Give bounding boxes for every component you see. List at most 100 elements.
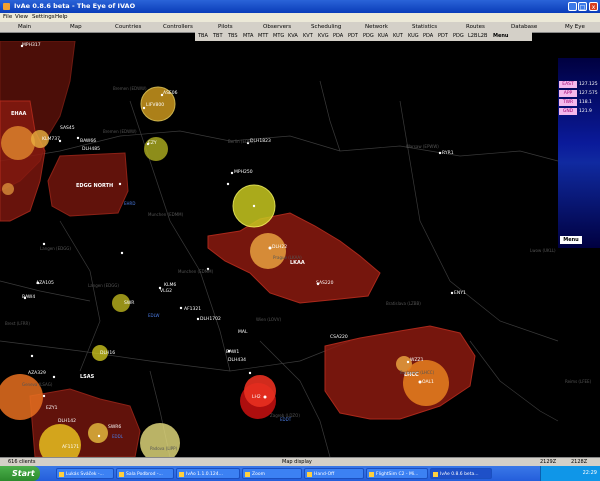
aircraft-callsign[interactable]: AZA329 [28,371,46,376]
tab-pilots[interactable]: Pilots [218,24,233,30]
airport-label[interactable]: EDDL [112,434,123,439]
taskbar-item[interactable]: Hand-Off [304,468,364,479]
aircraft-callsign[interactable]: DLH434 [228,358,246,363]
aircraft-callsign[interactable]: DLH142 [58,419,76,424]
controller-row[interactable]: EAST 127.125 [558,81,600,89]
aircraft-callsign[interactable]: BAW4 [22,295,35,300]
taskbar-item[interactable]: Sala Podbrod -... [116,468,174,479]
aircraft-callsign[interactable]: BAW66 [80,139,96,144]
subtab[interactable]: PDA [333,33,343,39]
subtab[interactable]: TBT [213,33,223,39]
menu-file[interactable]: File [3,14,12,20]
aircraft-callsign[interactable]: KLM737 [42,137,60,142]
controller-row[interactable]: APP 127.575 [558,90,600,98]
minimize-icon[interactable]: _ [568,2,577,11]
aircraft-callsign[interactable]: DLH16 [100,351,115,356]
aircraft-callsign[interactable]: AF1171 [62,445,79,450]
aircraft-callsign[interactable]: DLH22 [272,245,287,250]
close-icon[interactable]: x [589,2,598,11]
subtab[interactable]: KVA [288,33,298,39]
subtab[interactable]: L2B [468,33,477,39]
menu-view[interactable]: View [15,14,28,20]
fir-label[interactable]: LKAA [290,260,305,266]
subtab[interactable]: MTA [243,33,253,39]
aircraft-callsign[interactable]: OAL1 [422,380,434,385]
tab-routes[interactable]: Routes [466,24,485,30]
subtab[interactable]: TBS [228,33,238,39]
menu-help[interactable]: Help [55,14,68,20]
airport-label[interactable]: EHRD [124,201,135,206]
aircraft-callsign[interactable]: VLG2 [160,289,172,294]
controller-row[interactable]: TWR 118.1 [558,99,600,107]
aircraft-callsign[interactable]: AF1321 [184,307,201,312]
subtab[interactable]: TBA [198,33,208,39]
aircraft-callsign[interactable]: KLM6 [164,283,176,288]
aircraft-callsign[interactable]: ENY1 [454,291,466,296]
start-button[interactable]: Start [0,466,40,481]
fir-label[interactable]: LSAS [80,374,94,380]
aircraft-dot [406,360,410,364]
tab-statistics[interactable]: Statistics [412,24,437,30]
aircraft-callsign[interactable]: MPH250 [234,170,253,175]
map-view[interactable]: EHAA EDGG NORTH LKAA LHCC LSAS MPH317 KL… [0,41,600,457]
subtab[interactable]: PDT [348,33,358,39]
subtab[interactable]: PDG [453,33,464,39]
tab-map[interactable]: Map [70,24,82,30]
subtab[interactable]: L2B [478,33,487,39]
subtab[interactable]: KUG [408,33,419,39]
subtab[interactable]: PDG [363,33,374,39]
controller-row[interactable]: GND 121.9 [558,108,600,116]
aircraft-callsign[interactable]: ASE06 [163,91,178,96]
subtab[interactable]: PDT [438,33,448,39]
subtab[interactable]: KVT [303,33,313,39]
subtab[interactable]: KVG [318,33,329,39]
tab-network[interactable]: Network [365,24,388,30]
subtab[interactable]: KUA [378,33,388,39]
tab-countries[interactable]: Countries [115,24,141,30]
aircraft-callsign[interactable]: EZY [148,141,157,146]
aircraft-callsign[interactable]: MPH317 [22,43,41,48]
taskbar-item[interactable]: Lukás Sváček -... [56,468,114,479]
tab-database[interactable]: Database [511,24,537,30]
aircraft-callsign[interactable]: RYR1 [442,151,454,156]
airport-label[interactable]: EDLW [148,313,159,318]
aircraft-callsign[interactable]: AZA105 [36,281,54,286]
subtab[interactable]: KUT [393,33,403,39]
controller-name: GND [559,108,577,115]
subtab-menu-button[interactable]: Menu [493,33,509,39]
taskbar-item[interactable]: FlightSim C2 - Mi... [366,468,428,479]
tab-my-eye[interactable]: My Eye [565,24,585,30]
tab-main[interactable]: Main [18,24,31,30]
aircraft-callsign[interactable]: LIFV800 [146,103,164,108]
clock[interactable]: 22:29 [583,470,597,476]
fir-label[interactable]: EDGG NORTH [76,183,113,189]
taskbar-item-active[interactable]: IvAe 0.8.6 beta... [430,468,492,479]
subtab[interactable]: PDA [423,33,433,39]
maximize-icon[interactable]: □ [578,2,587,11]
aircraft-callsign[interactable]: DLH1702 [200,317,221,322]
tab-observers[interactable]: Observers [263,24,291,30]
fir-label[interactable]: EHAA [11,111,26,117]
taskbar-item[interactable]: Zoom [242,468,302,479]
sector-label: Prague (LKAA) [273,255,302,260]
aircraft-callsign[interactable]: SAS45 [60,126,75,131]
aircraft-callsign[interactable]: EZY1 [46,406,58,411]
tab-controllers[interactable]: Controllers [163,24,193,30]
aircraft-callsign[interactable]: SWR6 [108,425,121,430]
taskbar-item[interactable]: IvAo 1.1.0.124... [176,468,240,479]
tab-scheduling[interactable]: Scheduling [311,24,341,30]
aircraft-callsign[interactable]: WZZ1 [410,358,423,363]
menu-settings[interactable]: Settings [32,14,55,20]
airport-label[interactable]: EDDT [280,417,291,422]
aircraft-callsign[interactable]: SAS220 [316,281,333,286]
map-menu-button[interactable]: Menu [560,236,582,244]
subtab[interactable]: MTG [273,33,284,39]
aircraft-callsign[interactable]: DLH485 [82,147,100,152]
aircraft-callsign[interactable]: CSA220 [330,335,348,340]
aircraft-callsign[interactable]: SWR [124,301,134,306]
subtab[interactable]: MTT [258,33,268,39]
taskbar-item-label: Zoom [252,472,265,477]
aircraft-callsign[interactable]: BAW1 [226,350,239,355]
aircraft-callsign[interactable]: MAL [238,330,247,335]
aircraft-callsign[interactable]: LH2 [252,395,261,400]
